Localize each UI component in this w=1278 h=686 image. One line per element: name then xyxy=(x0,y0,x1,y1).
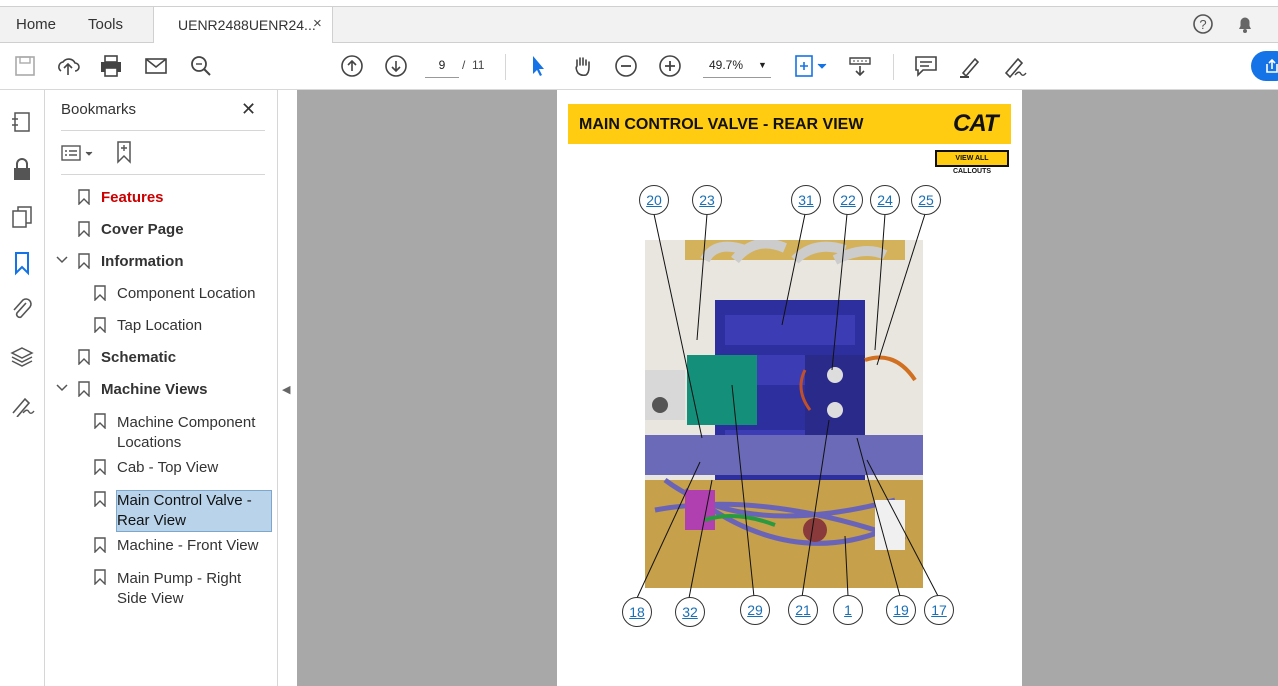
zoom-level-value: 49.7% xyxy=(709,58,744,72)
main-toolbar: 9 / 11 49.7% ▼ xyxy=(0,43,1278,90)
bookmark-component-location[interactable]: Component Location xyxy=(117,285,255,302)
toolbar-divider xyxy=(505,54,506,80)
close-panel-icon[interactable]: ✕ xyxy=(241,99,256,120)
bookmark-tap-location[interactable]: Tap Location xyxy=(117,317,202,334)
callout-1[interactable]: 1 xyxy=(833,595,863,625)
chevron-down-icon[interactable] xyxy=(56,255,68,265)
scroll-mode-icon[interactable] xyxy=(847,53,873,79)
document-viewer[interactable]: MAIN CONTROL VALVE - REAR VIEW CAT VIEW … xyxy=(297,90,1278,686)
comment-icon[interactable] xyxy=(913,53,939,79)
callout-25[interactable]: 25 xyxy=(911,185,941,215)
bookmark-features[interactable]: Features xyxy=(101,189,164,206)
bookmark-main-control-valve-rear-view[interactable]: Main Control Valve - Rear View xyxy=(117,491,267,531)
lock-icon[interactable] xyxy=(9,157,35,183)
attachment-icon[interactable] xyxy=(9,296,35,322)
bookmark-main-pump-right-side-view[interactable]: Main Pump - Right Side View xyxy=(117,569,267,609)
upload-cloud-icon[interactable] xyxy=(55,53,81,79)
callout-24[interactable]: 24 xyxy=(870,185,900,215)
highlight-pen-icon[interactable] xyxy=(957,53,983,79)
bookmark-schematic[interactable]: Schematic xyxy=(101,349,176,366)
zoom-in-icon[interactable] xyxy=(657,53,683,79)
bookmark-icon xyxy=(94,285,106,301)
menu-home[interactable]: Home xyxy=(16,16,56,33)
bookmark-icon xyxy=(94,459,106,475)
callout-leader-lines xyxy=(636,213,939,599)
panel-title: Bookmarks xyxy=(61,101,137,118)
callout-17[interactable]: 17 xyxy=(924,595,954,625)
svg-text:?: ? xyxy=(1199,17,1206,32)
share-icon xyxy=(1266,58,1278,73)
bookmark-icon xyxy=(94,491,106,507)
bookmark-icon xyxy=(78,349,90,365)
bookmark-icon xyxy=(94,569,106,585)
menu-bar: Home Tools UENR2488UENR24... × ? xyxy=(0,7,1278,43)
bookmark-icon xyxy=(78,253,90,269)
pdf-page: MAIN CONTROL VALVE - REAR VIEW CAT VIEW … xyxy=(557,90,1022,686)
hand-tool-icon[interactable] xyxy=(569,53,595,79)
bookmark-icon xyxy=(78,189,90,205)
share-button[interactable] xyxy=(1251,51,1278,81)
help-icon[interactable]: ? xyxy=(1192,13,1214,35)
layers-icon[interactable] xyxy=(9,344,35,370)
callout-18[interactable]: 18 xyxy=(622,597,652,627)
document-tab-title: UENR2488UENR24... xyxy=(178,17,316,33)
bookmark-icon xyxy=(94,413,106,429)
toolbar-divider xyxy=(893,54,894,80)
callout-19[interactable]: 19 xyxy=(886,595,916,625)
document-tab[interactable]: UENR2488UENR24... × xyxy=(153,7,333,43)
window-top-strip xyxy=(0,0,1278,7)
next-page-icon[interactable] xyxy=(383,53,409,79)
zoom-out-icon[interactable] xyxy=(613,53,639,79)
fit-page-icon[interactable] xyxy=(793,53,829,79)
copy-pages-icon[interactable] xyxy=(9,204,35,230)
page-thumbnails-icon[interactable] xyxy=(9,110,35,136)
callout-31[interactable]: 31 xyxy=(791,185,821,215)
callout-29[interactable]: 29 xyxy=(740,595,770,625)
divider xyxy=(61,130,265,131)
bookmark-icon xyxy=(94,317,106,333)
callout-21[interactable]: 21 xyxy=(788,595,818,625)
page-number-input[interactable]: 9 xyxy=(425,53,459,78)
print-icon[interactable] xyxy=(98,53,124,79)
email-icon[interactable] xyxy=(143,53,169,79)
bookmark-panel-icon[interactable] xyxy=(9,250,35,276)
chevron-down-icon[interactable] xyxy=(56,383,68,393)
page-total: / 11 xyxy=(462,58,485,72)
bookmark-options-icon[interactable] xyxy=(61,142,97,164)
left-tool-rail xyxy=(0,90,45,686)
callout-23[interactable]: 23 xyxy=(692,185,722,215)
divider xyxy=(61,174,265,175)
find-icon[interactable] xyxy=(188,53,214,79)
callout-32[interactable]: 32 xyxy=(675,597,705,627)
bookmarks-panel: Bookmarks ✕ Features Cover Page Informat… xyxy=(45,90,278,686)
select-cursor-icon[interactable] xyxy=(525,53,551,79)
save-icon[interactable] xyxy=(12,53,38,79)
menu-tools[interactable]: Tools xyxy=(88,16,123,33)
chevron-down-icon: ▼ xyxy=(758,60,767,70)
collapse-panel-icon[interactable]: ◀ xyxy=(282,383,290,396)
close-tab-icon[interactable]: × xyxy=(313,15,322,32)
bookmark-icon xyxy=(78,381,90,397)
zoom-level-select[interactable]: 49.7% ▼ xyxy=(703,53,771,78)
callout-22[interactable]: 22 xyxy=(833,185,863,215)
signature-tool-icon[interactable] xyxy=(9,391,35,417)
new-bookmark-icon[interactable] xyxy=(113,140,137,164)
bookmark-cab-top-view[interactable]: Cab - Top View xyxy=(117,459,218,476)
bookmark-information[interactable]: Information xyxy=(101,253,184,270)
callout-20[interactable]: 20 xyxy=(639,185,669,215)
previous-page-icon[interactable] xyxy=(339,53,365,79)
bookmark-icon xyxy=(94,537,106,553)
bookmark-machine-views[interactable]: Machine Views xyxy=(101,381,207,398)
bookmark-icon xyxy=(78,221,90,237)
bookmark-cover-page[interactable]: Cover Page xyxy=(101,221,184,238)
sign-icon[interactable] xyxy=(1001,53,1027,79)
bookmark-machine-component-locations[interactable]: Machine Component Locations xyxy=(117,413,267,453)
bookmark-machine-front-view[interactable]: Machine - Front View xyxy=(117,537,258,554)
bell-icon[interactable] xyxy=(1234,13,1256,35)
